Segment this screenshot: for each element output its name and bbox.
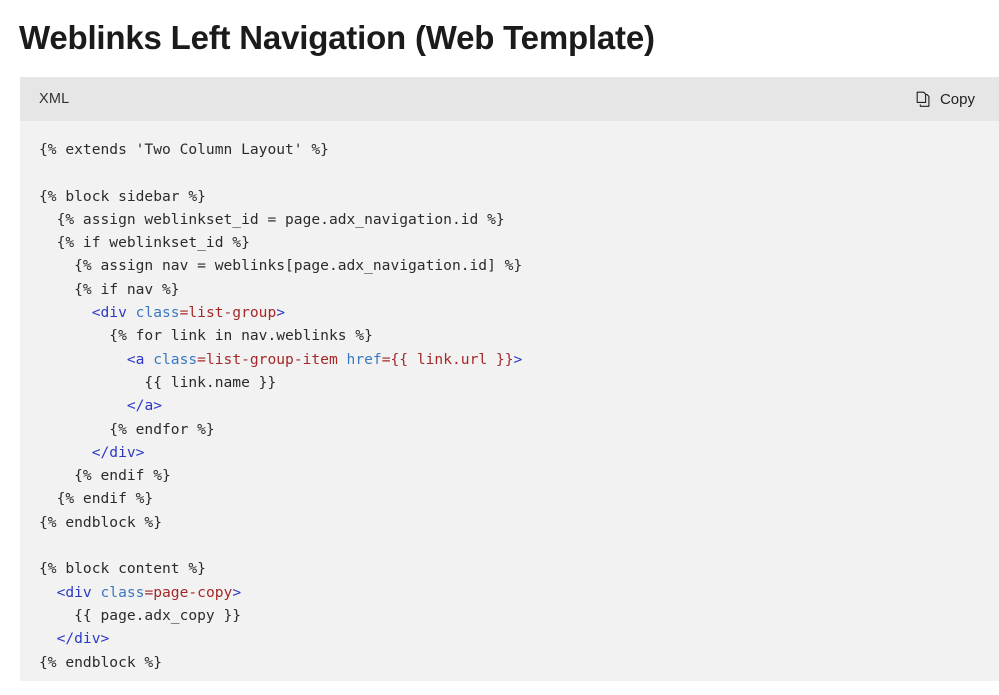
page-title: Weblinks Left Navigation (Web Template)	[19, 19, 655, 56]
copy-button-label: Copy	[939, 90, 975, 108]
code-block-body: {% extends 'Two Column Layout' %} {% blo…	[20, 121, 999, 674]
copy-button[interactable]: Copy	[914, 89, 977, 110]
code-content[interactable]: {% extends 'Two Column Layout' %} {% blo…	[39, 138, 999, 674]
code-block-header: XML Copy	[20, 77, 999, 121]
code-language-label: XML	[39, 91, 70, 107]
copy-pages-icon	[916, 91, 932, 108]
code-block: XML Copy {% extends 'Two Column Layout' …	[20, 77, 999, 681]
